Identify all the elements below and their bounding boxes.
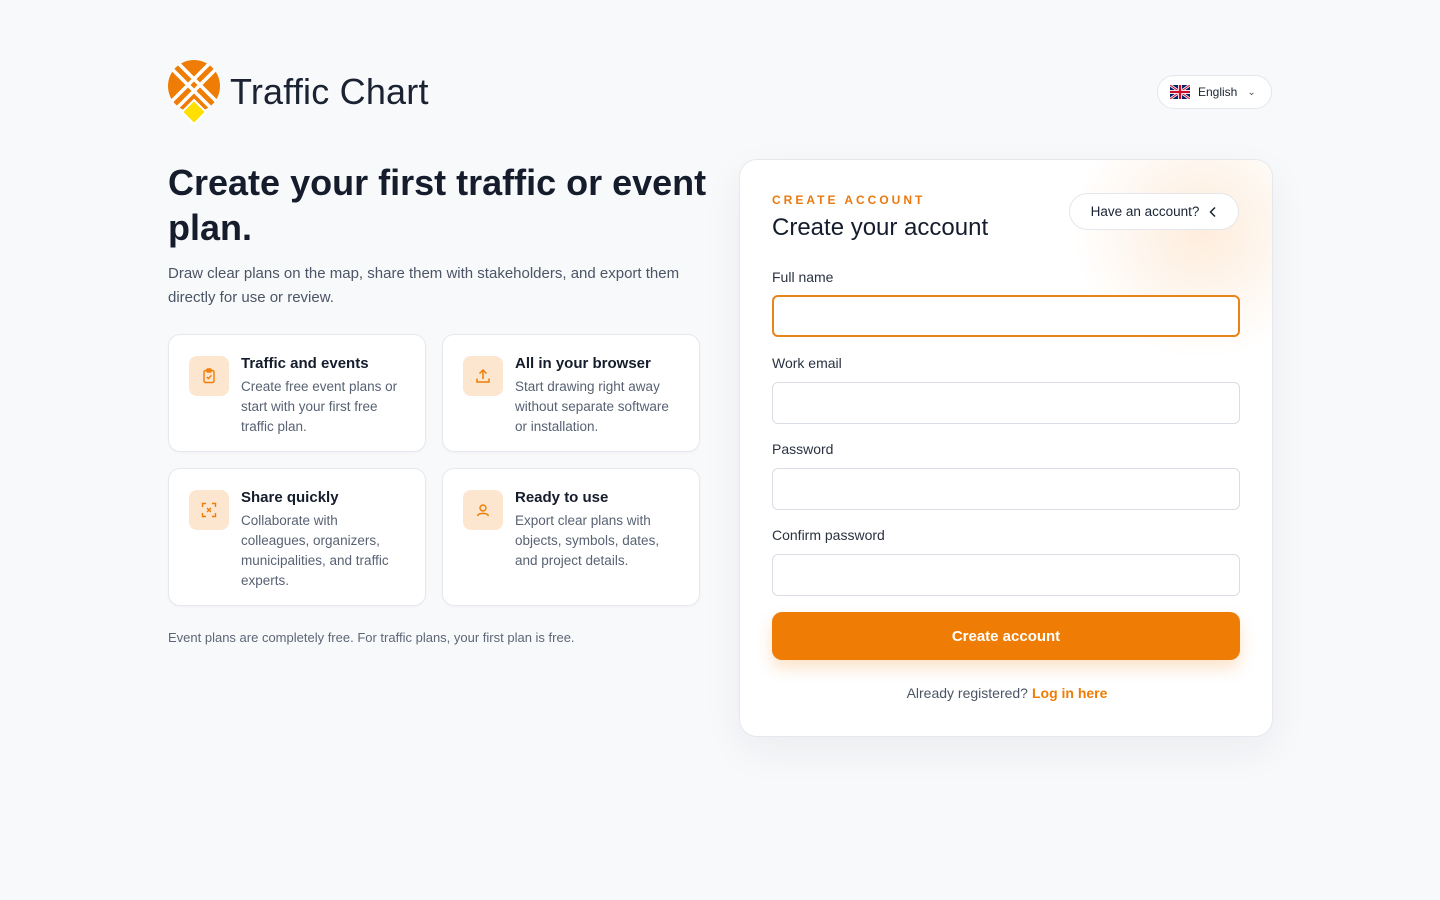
share-scan-icon (189, 490, 229, 530)
form-title: Create your account (772, 214, 989, 241)
feature-card: Ready to use Export clear plans with obj… (442, 468, 700, 606)
feature-title: Share quickly (241, 489, 339, 506)
login-prompt: Already registered? Log in here (740, 685, 1272, 701)
brand-logo[interactable]: Traffic Chart (168, 60, 429, 124)
feature-desc: Start drawing right away without separat… (515, 379, 669, 434)
feature-desc: Create free event plans or start with yo… (241, 379, 398, 434)
have-account-button[interactable]: Have an account? (1069, 193, 1239, 230)
signup-panel: CREATE ACCOUNT Create your account Have … (739, 159, 1273, 737)
clipboard-check-icon (189, 356, 229, 396)
feature-desc: Collaborate with colleagues, organizers,… (241, 513, 389, 588)
feature-title: All in your browser (515, 355, 651, 372)
feature-title: Ready to use (515, 489, 609, 506)
feature-card: All in your browser Start drawing right … (442, 334, 700, 452)
have-account-label: Have an account? (1090, 204, 1200, 219)
feature-card: Traffic and events Create free event pla… (168, 334, 426, 452)
user-icon (463, 490, 503, 530)
work-email-label: Work email (772, 355, 842, 371)
uk-flag-icon (1170, 85, 1190, 99)
language-label: English (1198, 85, 1238, 99)
brand-name: Traffic Chart (230, 71, 429, 112)
pricing-note: Event plans are completely free. For tra… (168, 630, 575, 645)
language-selector[interactable]: English ⌄ (1157, 75, 1272, 109)
login-prompt-text: Already registered? (906, 685, 1028, 701)
full-name-input[interactable] (772, 295, 1240, 337)
create-account-button[interactable]: Create account (772, 612, 1240, 660)
form-eyebrow: CREATE ACCOUNT (772, 193, 926, 207)
confirm-password-input[interactable] (772, 554, 1240, 596)
logo-icon (168, 60, 220, 124)
upload-icon (463, 356, 503, 396)
feature-title: Traffic and events (241, 355, 369, 372)
chevron-down-icon: ⌄ (1247, 86, 1256, 98)
work-email-input[interactable] (772, 382, 1240, 424)
feature-desc: Export clear plans with objects, symbols… (515, 513, 660, 568)
full-name-label: Full name (772, 269, 834, 285)
password-input[interactable] (772, 468, 1240, 510)
password-label: Password (772, 441, 834, 457)
login-link[interactable]: Log in here (1032, 685, 1107, 701)
page-headline: Create your first traffic or event plan. (168, 162, 707, 248)
confirm-password-label: Confirm password (772, 527, 885, 543)
chevron-left-icon (1209, 206, 1216, 217)
page-subtitle: Draw clear plans on the map, share them … (168, 265, 680, 306)
feature-cards: Traffic and events Create free event pla… (168, 334, 700, 606)
feature-card: Share quickly Collaborate with colleague… (168, 468, 426, 606)
